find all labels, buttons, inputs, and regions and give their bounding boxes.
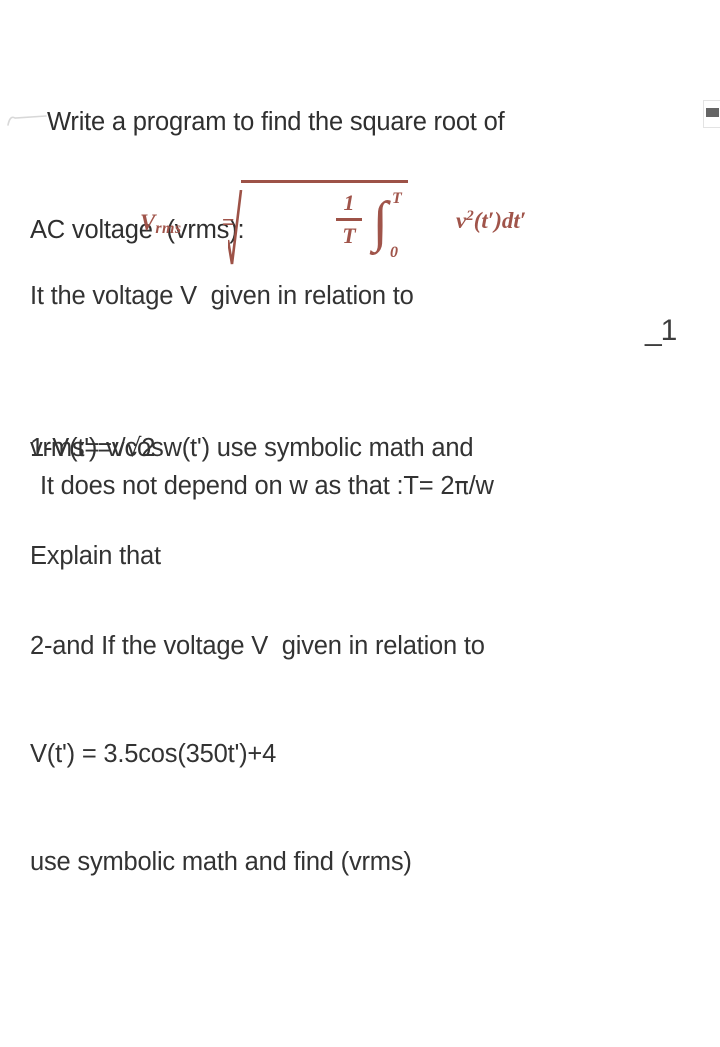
fraction-denominator: T <box>342 223 356 248</box>
margin-annotation: _1 <box>645 314 677 347</box>
formula-variable-v: V <box>140 210 156 235</box>
question-two-line-3: use symbolic math and find (vrms) <box>30 848 412 876</box>
question-two-line-2: V(t') = 3.5cos(350t')+4 <box>30 740 277 768</box>
heading-line-1: Write a program to find the square root … <box>47 108 505 136</box>
formula-subscript-rms: rms <box>155 220 182 237</box>
integral-operator: ∫ T 0 <box>370 188 412 264</box>
question-one-period-note: It does not depend on w as that :T= 2π/w <box>30 468 494 504</box>
integrand-base: v <box>456 208 467 233</box>
integrand-exponent: 2 <box>466 208 474 224</box>
integral-sign-icon: ∫ <box>372 191 388 253</box>
edge-scan-artifact <box>706 108 719 117</box>
integrand-expression: v2(t′)dt′ <box>456 208 526 234</box>
integral-upper-limit: T <box>392 190 402 207</box>
period-note-suffix: /w <box>468 472 494 500</box>
fraction-bar <box>336 218 362 221</box>
question-one-vrms-result: vrms= v/√2 <box>30 430 155 466</box>
fraction-numerator: 1 <box>343 190 355 215</box>
pi-glyph-icon: π <box>454 472 469 500</box>
integral-lower-limit: 0 <box>390 244 398 261</box>
vrms-result-suffix: 2 <box>141 434 156 462</box>
formula-left-hand-side: Vrms <box>140 210 181 238</box>
scanned-problem-page: Write a program to find the square root … <box>0 0 720 1047</box>
square-root-icon: 1 T ∫ T 0 v2(t′)dt′ <box>226 180 526 266</box>
line-after-formula: It the voltage V given in relation to <box>30 282 414 310</box>
sqrt-glyph-icon: √ <box>125 433 142 462</box>
fraction-one-over-t: 1 T <box>336 190 362 249</box>
period-note-prefix: It does not depend on w as that :T= 2 <box>40 472 455 500</box>
question-two: 2-and If the voltage V given in relation… <box>30 556 690 952</box>
page-title: Write a program to find the square root … <box>30 32 690 320</box>
radical-hook <box>226 189 244 266</box>
radical-vinculum <box>241 180 408 183</box>
question-two-line-1: 2-and If the voltage V given in relation… <box>30 632 485 660</box>
integrand-argument: (t′)dt′ <box>473 208 527 233</box>
vrms-result-prefix: vrms= v/ <box>30 434 126 462</box>
